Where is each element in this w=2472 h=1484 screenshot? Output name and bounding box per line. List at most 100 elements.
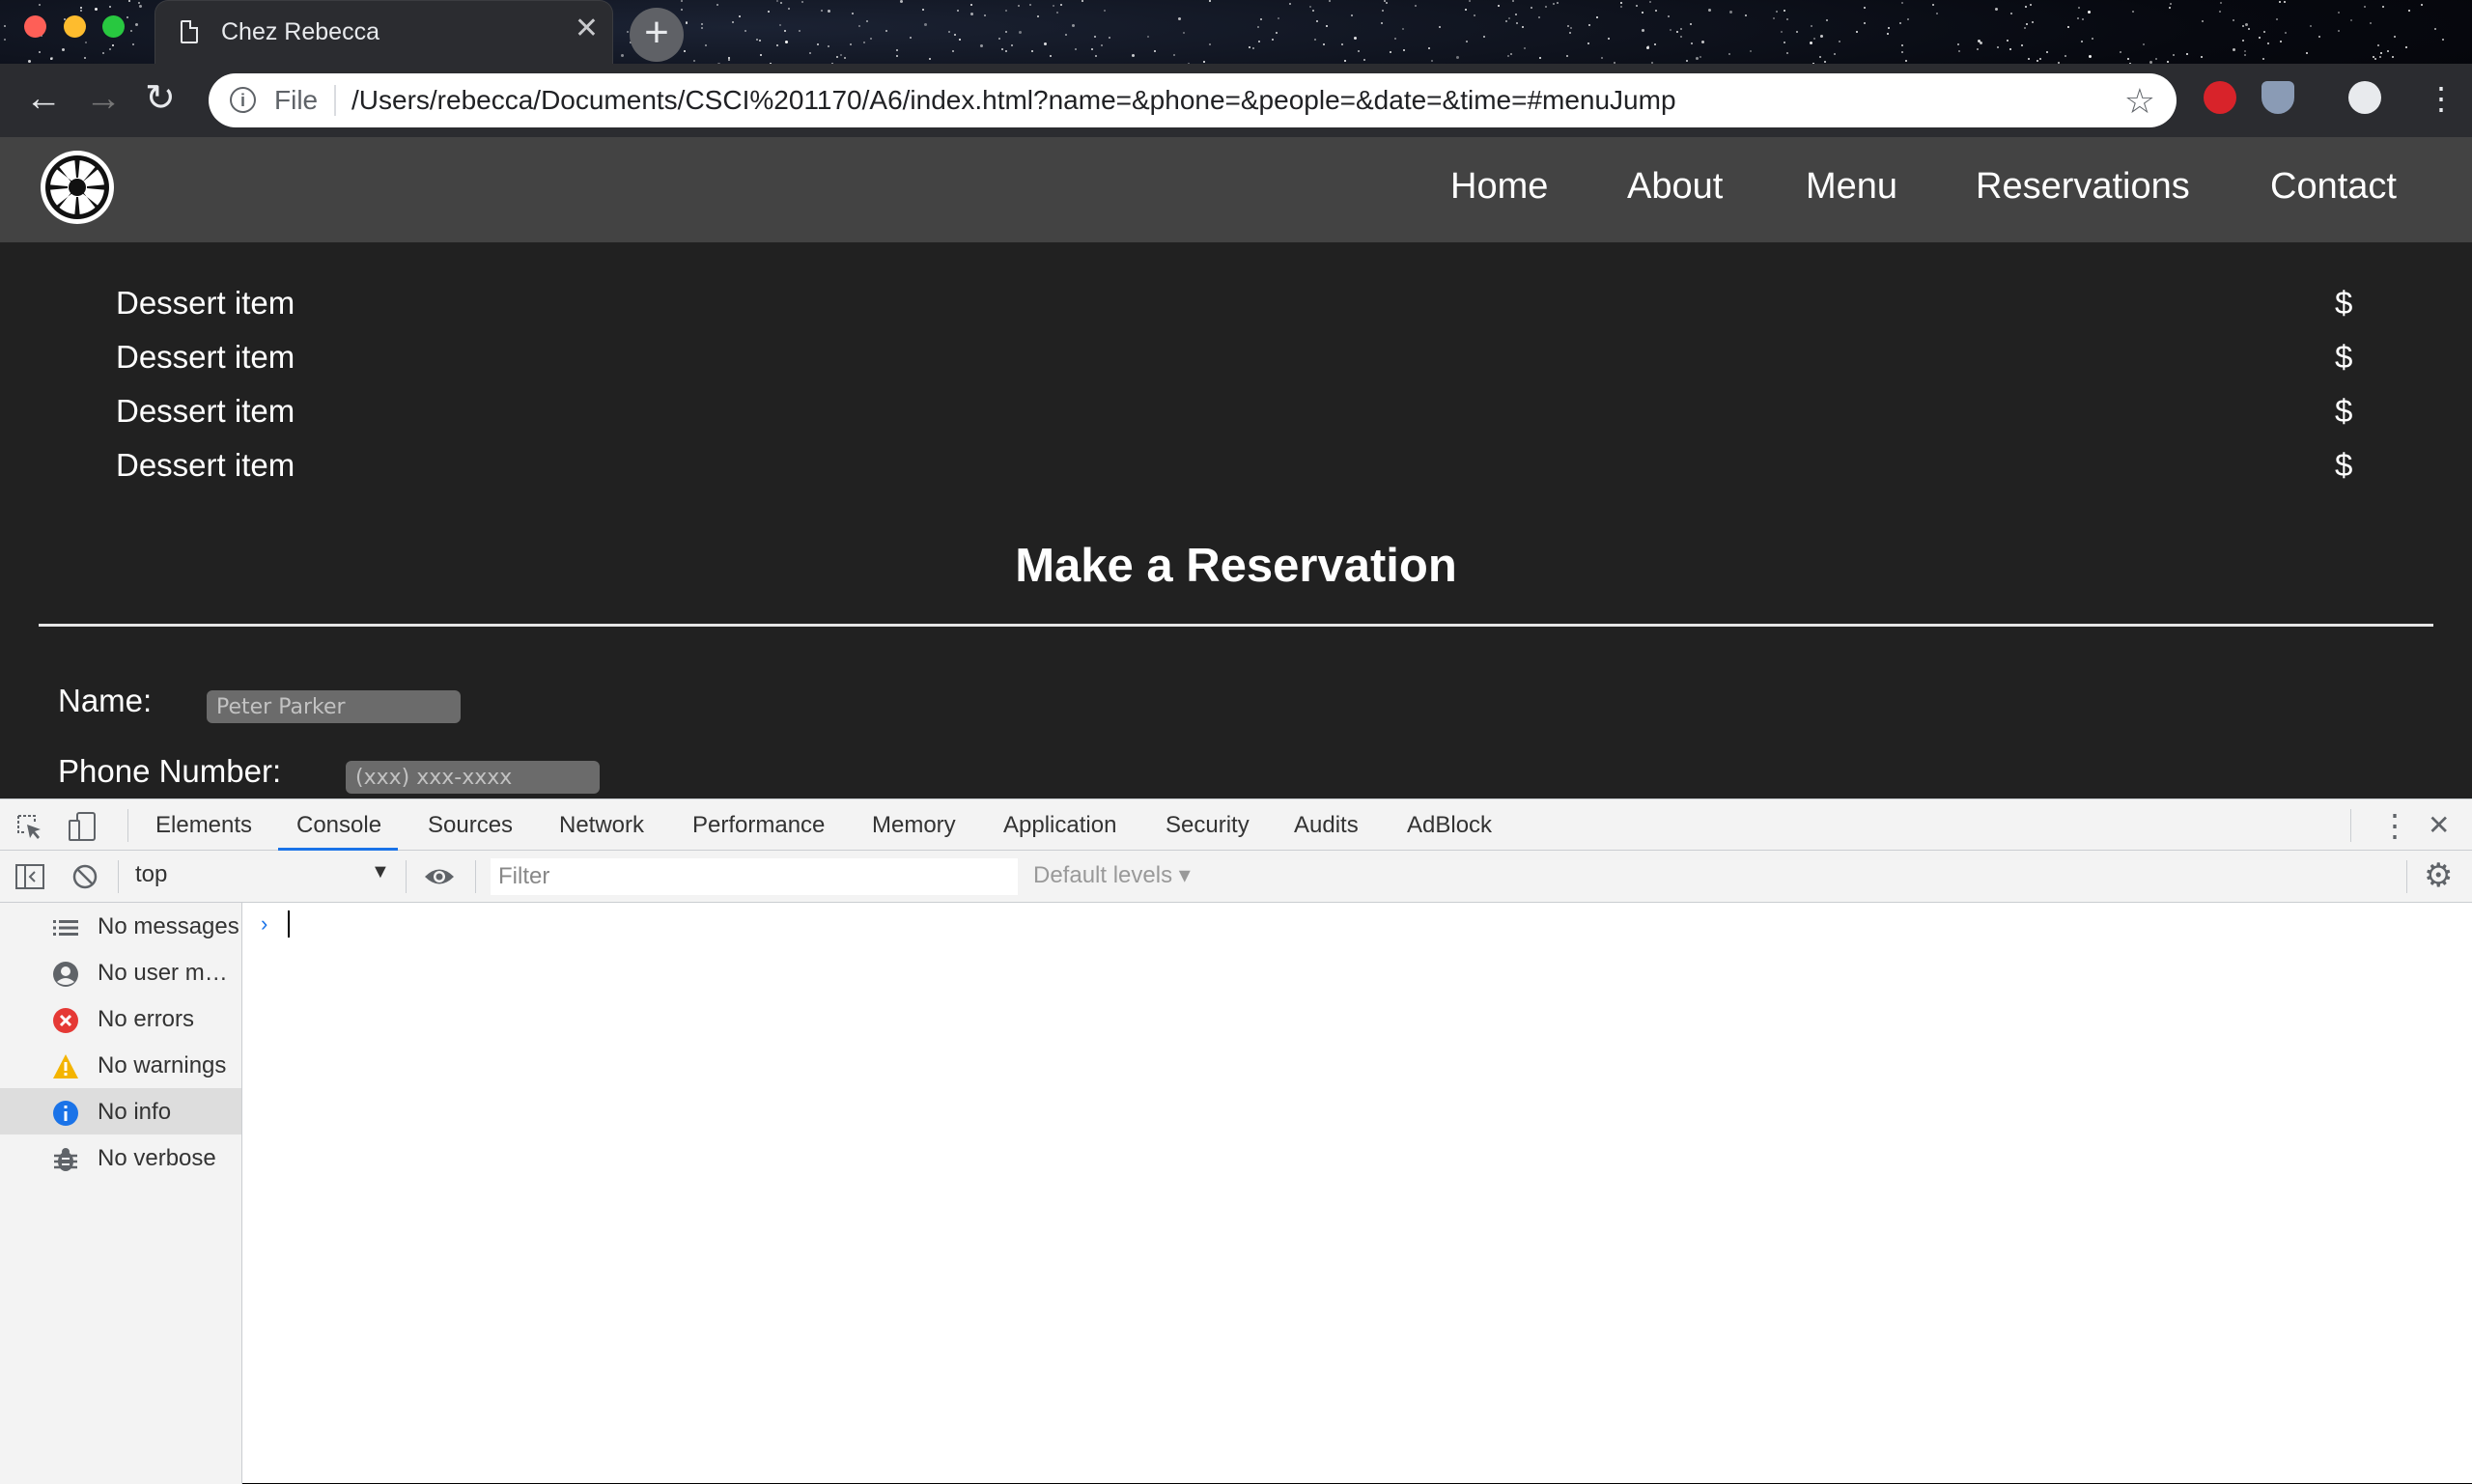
adblock-extension-icon[interactable] — [2204, 81, 2236, 114]
nav-about[interactable]: About — [1627, 166, 1723, 208]
live-expression-eye-icon[interactable] — [423, 866, 456, 887]
tab-network[interactable]: Network — [559, 812, 644, 839]
chevron-down-icon[interactable]: ▼ — [371, 861, 390, 883]
star-dot — [1995, 8, 1998, 11]
star-dot — [2201, 56, 2203, 58]
close-window-button[interactable] — [24, 15, 46, 38]
star-dot — [1531, 7, 1532, 9]
maximize-window-button[interactable] — [102, 15, 125, 38]
tab-adblock[interactable]: AdBlock — [1407, 812, 1492, 839]
sidebar-item-messages[interactable]: No messages — [0, 903, 241, 949]
tab-application[interactable]: Application — [1003, 812, 1116, 839]
back-arrow-icon[interactable]: ← — [25, 77, 62, 120]
browser-tab[interactable]: Chez Rebecca ✕ — [154, 0, 613, 64]
republic-emblem-logo[interactable] — [39, 149, 116, 226]
bookmark-star-icon[interactable]: ☆ — [2124, 81, 2155, 122]
sidebar-item-errors[interactable]: No errors — [0, 995, 241, 1042]
console-filter-input[interactable] — [491, 858, 1018, 895]
context-selector[interactable]: top — [135, 861, 167, 888]
sidebar-item-user-messages[interactable]: No user me… — [0, 949, 241, 995]
tab-console[interactable]: Console — [296, 812, 381, 839]
tab-security[interactable]: Security — [1166, 812, 1250, 839]
tab-close-button[interactable]: ✕ — [575, 14, 599, 43]
reload-icon[interactable]: ↻ — [145, 77, 176, 120]
star-dot — [984, 14, 986, 16]
inspect-element-icon[interactable] — [15, 813, 44, 842]
star-dot — [112, 44, 114, 46]
star-dot — [2267, 42, 2269, 44]
sidebar-item-warnings[interactable]: No warnings — [0, 1042, 241, 1088]
tab-audits[interactable]: Audits — [1294, 812, 1359, 839]
nav-menu[interactable]: Menu — [1806, 166, 1897, 208]
log-levels-dropdown[interactable]: Default levels ▾ — [1033, 861, 1191, 889]
tab-performance[interactable]: Performance — [692, 812, 825, 839]
star-dot — [80, 7, 82, 9]
info-icon[interactable]: i — [230, 87, 256, 113]
star-dot — [1109, 37, 1110, 39]
star-dot — [1050, 55, 1052, 57]
star-dot — [2082, 18, 2084, 20]
star-dot — [828, 10, 830, 13]
shield-extension-icon[interactable] — [2261, 81, 2294, 114]
nav-reservations[interactable]: Reservations — [1976, 166, 2190, 208]
star-dot — [1864, 7, 1866, 9]
nav-contact[interactable]: Contact — [2270, 166, 2397, 208]
tab-memory[interactable]: Memory — [872, 812, 956, 839]
star-dot — [779, 24, 781, 26]
new-tab-button[interactable]: + — [630, 8, 684, 62]
devtools-panel: Elements Console Sources Network Perform… — [0, 798, 2472, 1484]
star-dot — [1183, 32, 1185, 34]
star-dot — [776, 0, 778, 2]
star-dot — [1060, 4, 1062, 6]
clear-console-icon[interactable] — [71, 863, 98, 890]
star-dot — [1649, 1, 1651, 3]
star-dot — [1272, 39, 1274, 41]
tab-sources[interactable]: Sources — [428, 812, 513, 839]
nav-home[interactable]: Home — [1450, 166, 1548, 208]
star-dot — [1019, 31, 1022, 34]
phone-input[interactable] — [346, 761, 600, 794]
star-dot — [627, 31, 629, 33]
star-dot — [109, 6, 111, 8]
star-dot — [2280, 41, 2282, 42]
star-dot — [1005, 31, 1007, 33]
minimize-window-button[interactable] — [64, 15, 86, 38]
toolbar-separator — [2350, 809, 2351, 842]
sidebar-toggle-icon[interactable] — [15, 864, 44, 889]
dessert-price: $ — [2335, 447, 2353, 483]
star-dot — [1001, 48, 1003, 50]
tab-elements[interactable]: Elements — [155, 812, 252, 839]
browser-menu-icon[interactable]: ⋮ — [2426, 77, 2457, 120]
close-devtools-icon[interactable]: ✕ — [2428, 809, 2450, 841]
star-dot — [1505, 20, 1507, 22]
forward-arrow-icon[interactable]: → — [85, 77, 122, 120]
star-dot — [1466, 41, 1468, 42]
console-input-caret[interactable] — [288, 910, 290, 938]
star-dot — [1258, 41, 1260, 42]
star-dot — [2132, 11, 2134, 13]
more-options-icon[interactable]: ⋮ — [2379, 807, 2410, 844]
star-dot — [1810, 42, 1812, 44]
star-dot — [80, 10, 82, 12]
star-dot — [2245, 23, 2248, 26]
star-dot — [1567, 25, 1569, 27]
star-dot — [1566, 55, 1568, 57]
dessert-price: $ — [2335, 339, 2353, 375]
star-dot — [1091, 48, 1093, 50]
star-dot — [1316, 20, 1318, 22]
device-toolbar-icon[interactable] — [68, 811, 100, 842]
star-dot — [2442, 39, 2444, 41]
star-dot — [1329, 0, 1331, 2]
star-dot — [1570, 27, 1572, 29]
address-bar[interactable]: i File /Users/rebecca/Documents/CSCI%201… — [209, 73, 2177, 127]
address-url[interactable]: /Users/rebecca/Documents/CSCI%201170/A6/… — [351, 85, 1676, 116]
console-settings-gear-icon[interactable]: ⚙ — [2424, 856, 2453, 895]
star-dot — [1382, 10, 1384, 12]
star-dot — [130, 30, 132, 32]
star-dot — [1515, 14, 1517, 15]
profile-avatar-icon[interactable] — [2348, 81, 2381, 114]
sidebar-item-verbose[interactable]: No verbose — [0, 1134, 241, 1181]
console-toolbar: top ▼ Default levels ▾ ⚙ — [0, 851, 2472, 903]
name-input[interactable] — [207, 690, 461, 723]
sidebar-item-info[interactable]: No info — [0, 1088, 241, 1134]
